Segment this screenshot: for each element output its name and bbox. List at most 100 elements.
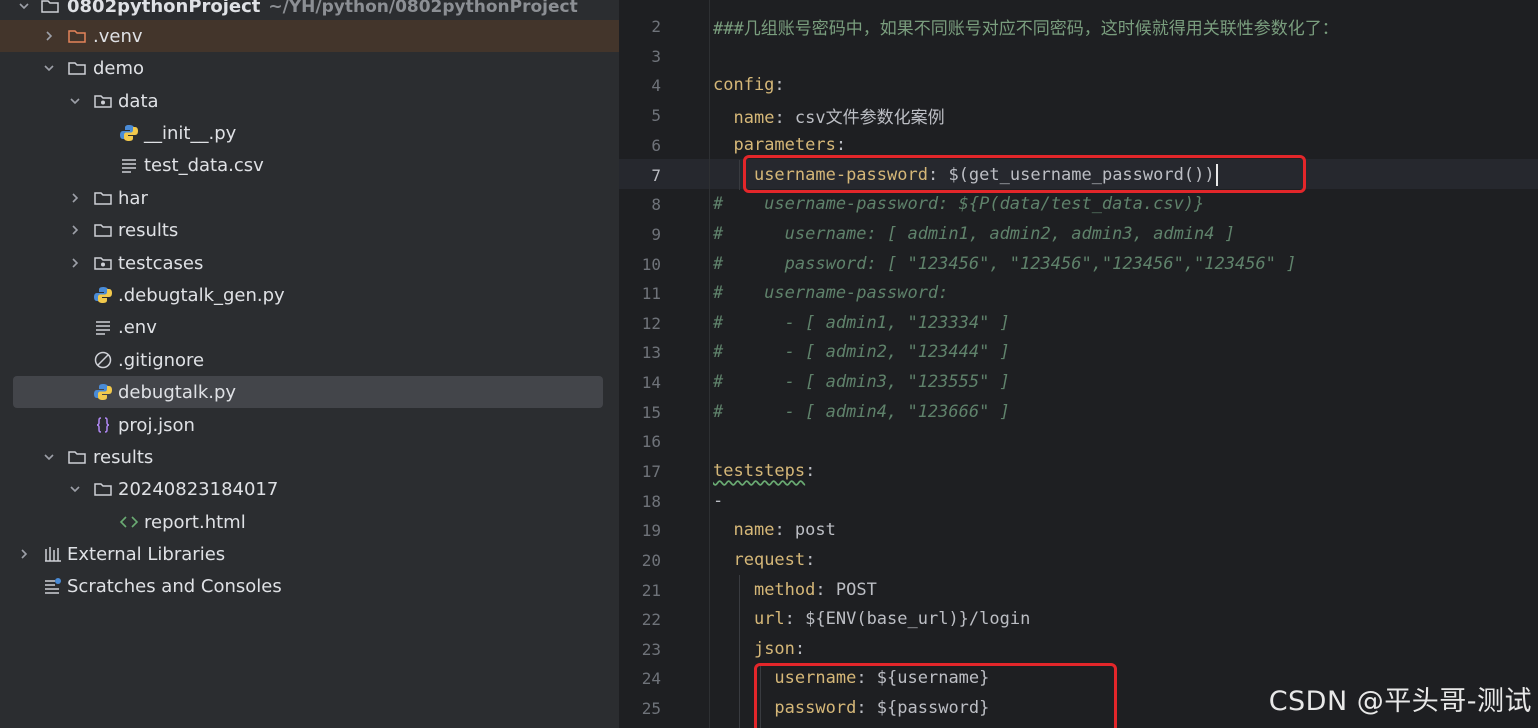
tree-item-label: 20240823184017 xyxy=(118,478,279,500)
scratches-icon xyxy=(43,576,63,596)
folder-icon xyxy=(93,220,113,240)
folder-icon xyxy=(93,479,113,499)
tree-item-project-root[interactable]: 0802pythonProject ~/YH/python/0802pythonP… xyxy=(0,0,619,22)
line-number: 4 xyxy=(651,75,661,95)
tree-item-label: .env xyxy=(118,316,157,338)
line-number: 8 xyxy=(651,194,661,214)
tree-item-results[interactable]: results xyxy=(0,441,619,473)
tree-item-proj-json[interactable]: proj.json xyxy=(0,409,619,441)
yaml-value: POST xyxy=(835,580,877,600)
yaml-key: name xyxy=(733,107,775,128)
tree-item-gitignore[interactable]: .gitignore xyxy=(0,344,619,376)
chevron-down-icon[interactable] xyxy=(43,62,55,74)
yaml-key: method xyxy=(753,580,816,600)
tree-item-venv[interactable]: .venv xyxy=(0,20,619,52)
tree-item-test-data-csv[interactable]: test_data.csv xyxy=(0,149,619,181)
tree-item-label: .gitignore xyxy=(118,349,205,371)
code-comment: # username: [ admin1, admin2, admin3, ad… xyxy=(713,224,1235,244)
chevron-right-icon[interactable] xyxy=(69,192,81,204)
code-line[interactable]: 13 # - [ admin2, "123444" ] xyxy=(619,337,1538,367)
tree-item-report-html[interactable]: report.html xyxy=(0,506,619,538)
code-line[interactable]: 14 # - [ admin3, "123555" ] xyxy=(619,367,1538,397)
code-line[interactable]: 23 json: xyxy=(619,634,1538,664)
watermark: CSDN @平头哥-测试 xyxy=(1268,686,1532,717)
tree-item-label: __init__.py xyxy=(144,122,237,144)
line-number: 6 xyxy=(651,135,661,155)
folder-icon xyxy=(67,58,87,78)
tree-item-external-libraries[interactable]: External Libraries xyxy=(0,538,619,570)
folder-icon xyxy=(40,0,60,16)
tree-item-init-py[interactable]: __init__.py xyxy=(0,117,619,149)
chevron-down-icon[interactable] xyxy=(69,95,81,107)
tree-item-run-folder[interactable]: 20240823184017 xyxy=(0,473,619,505)
code-line[interactable]: 5 name: csv文件参数化案例 xyxy=(619,100,1538,130)
python-file-icon xyxy=(119,123,139,143)
code-line[interactable]: 18 - xyxy=(619,486,1538,516)
tree-item-results-demo[interactable]: results xyxy=(0,214,619,246)
code-line[interactable]: 2 ###几组账号密码中，如果不同账号对应不同密码，这时候就得用关联性参数化了： xyxy=(619,11,1538,41)
code-comment: # - [ admin3, "123555" ] xyxy=(713,372,1010,392)
tree-item-data[interactable]: data xyxy=(0,85,619,117)
code-line[interactable]: 10 # password: [ "123456", "123456","123… xyxy=(619,249,1538,279)
code-line[interactable]: 20 request: xyxy=(619,545,1538,575)
code-line[interactable]: 8 # username-password: ${P(data/test_dat… xyxy=(619,189,1538,219)
text-file-icon xyxy=(119,155,139,175)
tree-item-label: test_data.csv xyxy=(144,154,264,176)
code-line[interactable]: 9 # username: [ admin1, admin2, admin3, … xyxy=(619,219,1538,249)
chevron-right-icon[interactable] xyxy=(69,257,81,269)
yaml-key: parameters xyxy=(733,135,836,155)
chevron-down-icon[interactable] xyxy=(69,483,81,495)
tree-item-har[interactable]: har xyxy=(0,182,619,214)
chevron-right-icon[interactable] xyxy=(18,548,30,560)
project-name: 0802pythonProject xyxy=(67,0,261,17)
html-file-icon xyxy=(119,512,139,532)
tree-item-label: debugtalk.py xyxy=(118,381,237,403)
tree-item-debugtalk-gen[interactable]: .debugtalk_gen.py xyxy=(0,279,619,311)
code-line[interactable]: 17 teststeps: xyxy=(619,456,1538,486)
line-number: 20 xyxy=(641,550,661,570)
code-line[interactable]: 11 # username-password: xyxy=(619,278,1538,308)
line-number: 25 xyxy=(641,698,661,718)
line-number: 17 xyxy=(641,461,661,481)
code-line[interactable]: 16 xyxy=(619,426,1538,456)
code-line[interactable]: 12 # - [ admin1, "123334" ] xyxy=(619,308,1538,338)
tree-item-label: .debugtalk_gen.py xyxy=(118,284,285,306)
tree-item-demo[interactable]: demo xyxy=(0,52,619,84)
yaml-value: post xyxy=(794,520,836,540)
project-tree: 0802pythonProject ~/YH/python/0802pythonP… xyxy=(0,0,619,728)
code-line[interactable]: 4 config: xyxy=(619,70,1538,100)
chevron-right-icon[interactable] xyxy=(43,30,55,42)
line-number: 24 xyxy=(641,668,661,688)
tree-item-scratches[interactable]: Scratches and Consoles xyxy=(0,570,619,602)
tree-item-label: results xyxy=(93,446,154,468)
line-number: 22 xyxy=(641,609,661,629)
code-editor[interactable]: 2 ###几组账号密码中，如果不同账号对应不同密码，这时候就得用关联性参数化了：… xyxy=(619,0,1538,728)
code-line[interactable]: 3 xyxy=(619,41,1538,71)
code-line[interactable]: 15 # - [ admin4, "123666" ] xyxy=(619,397,1538,427)
tree-item-label: Scratches and Consoles xyxy=(67,575,282,597)
code-line[interactable]: 22 url: ${ENV(base_url)}/login xyxy=(619,604,1538,634)
line-number: 3 xyxy=(651,46,661,66)
yaml-key: config xyxy=(713,75,775,95)
chevron-right-icon[interactable] xyxy=(69,224,81,236)
annotation-box-json xyxy=(754,663,1117,728)
ide-window: 0802pythonProject ~/YH/python/0802pythonP… xyxy=(0,0,1538,728)
tree-item-label: proj.json xyxy=(118,414,195,436)
tree-item-env[interactable]: .env xyxy=(0,311,619,343)
line-number: 11 xyxy=(641,283,661,303)
package-folder-icon xyxy=(93,91,113,111)
code-line[interactable]: 19 name: post xyxy=(619,515,1538,545)
line-number: 16 xyxy=(641,431,661,451)
tree-item-testcases[interactable]: testcases xyxy=(0,247,619,279)
tree-item-label: testcases xyxy=(118,252,204,274)
folder-icon xyxy=(67,447,87,467)
python-file-icon xyxy=(93,285,113,305)
package-folder-icon xyxy=(93,253,113,273)
chevron-down-icon[interactable] xyxy=(43,451,55,463)
line-number: 12 xyxy=(641,313,661,333)
tree-item-label: demo xyxy=(93,57,145,79)
code-line[interactable]: 21 method: POST xyxy=(619,575,1538,605)
tree-item-debugtalk[interactable]: debugtalk.py xyxy=(0,376,619,408)
ignore-file-icon xyxy=(93,350,113,370)
chevron-down-icon[interactable] xyxy=(18,0,30,12)
